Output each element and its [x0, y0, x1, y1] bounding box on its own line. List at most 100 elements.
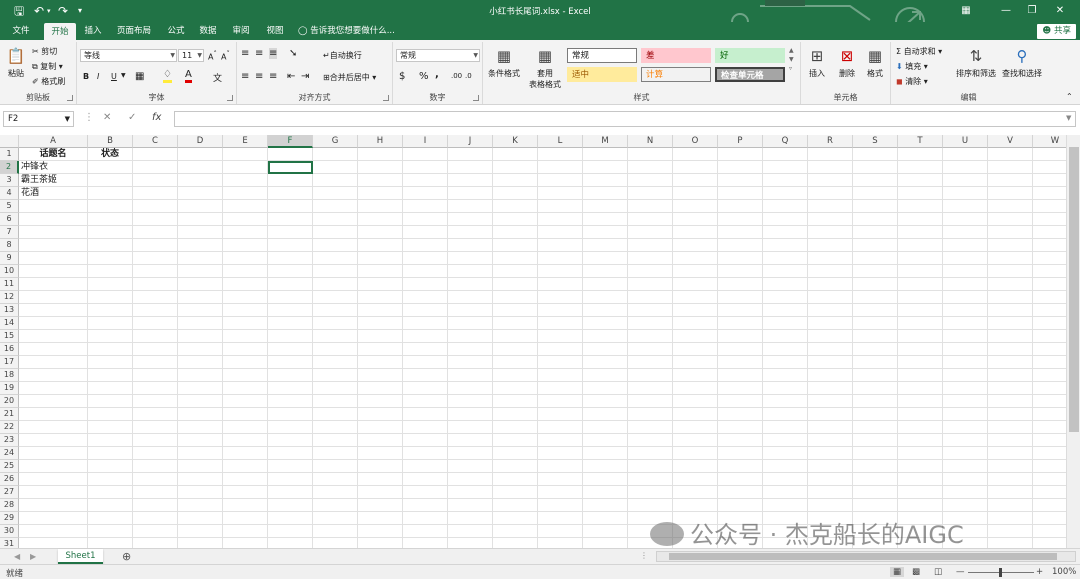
cell-f27[interactable]: [268, 486, 313, 499]
cell-t20[interactable]: [898, 395, 943, 408]
prev-sheet-icon[interactable]: ◀: [14, 552, 20, 561]
cell-g10[interactable]: [313, 265, 358, 278]
cell-k6[interactable]: [493, 213, 538, 226]
cell-l22[interactable]: [538, 421, 583, 434]
cell-a20[interactable]: [19, 395, 88, 408]
cell-o8[interactable]: [673, 239, 718, 252]
cell-l20[interactable]: [538, 395, 583, 408]
cell-a8[interactable]: [19, 239, 88, 252]
insert-cells-button[interactable]: ⊞ 插入: [803, 46, 831, 79]
cell-e15[interactable]: [223, 330, 268, 343]
increase-decimal-icon[interactable]: .00: [451, 72, 462, 80]
styles-scroll-icon[interactable]: ▲ ▼ ▿: [789, 46, 794, 73]
cell-u9[interactable]: [943, 252, 988, 265]
merge-center-button[interactable]: ⊞合并后居中 ▾: [323, 72, 376, 83]
vertical-scrollbar[interactable]: [1066, 135, 1080, 548]
cell-d21[interactable]: [178, 408, 223, 421]
cell-i7[interactable]: [403, 226, 448, 239]
cell-h12[interactable]: [358, 291, 403, 304]
cell-m20[interactable]: [583, 395, 628, 408]
row-header-16[interactable]: 16: [0, 343, 19, 356]
cell-w25[interactable]: [1033, 460, 1066, 473]
cell-t17[interactable]: [898, 356, 943, 369]
cell-n17[interactable]: [628, 356, 673, 369]
cell-h11[interactable]: [358, 278, 403, 291]
cell-c5[interactable]: [133, 200, 178, 213]
row-header-21[interactable]: 21: [0, 408, 19, 421]
cell-h26[interactable]: [358, 473, 403, 486]
cell-o28[interactable]: [673, 499, 718, 512]
cell-c4[interactable]: [133, 187, 178, 200]
column-header-j[interactable]: J: [448, 135, 493, 148]
sheet-tab[interactable]: Sheet1: [58, 549, 103, 564]
cell-i5[interactable]: [403, 200, 448, 213]
decrease-indent-icon[interactable]: ⇤: [287, 71, 295, 82]
cell-q2[interactable]: [763, 161, 808, 174]
cell-q22[interactable]: [763, 421, 808, 434]
formula-input[interactable]: [174, 111, 1076, 127]
cell-j31[interactable]: [448, 538, 493, 548]
cell-k29[interactable]: [493, 512, 538, 525]
cell-i25[interactable]: [403, 460, 448, 473]
cell-k7[interactable]: [493, 226, 538, 239]
cell-u27[interactable]: [943, 486, 988, 499]
underline-dropdown-icon[interactable]: ▼: [121, 72, 126, 79]
cell-h5[interactable]: [358, 200, 403, 213]
autosum-button[interactable]: Σ 自动求和 ▾: [896, 46, 942, 57]
cell-p20[interactable]: [718, 395, 763, 408]
cell-k30[interactable]: [493, 525, 538, 538]
cell-l1[interactable]: [538, 148, 583, 161]
cell-m7[interactable]: [583, 226, 628, 239]
cell-f17[interactable]: [268, 356, 313, 369]
cell-s19[interactable]: [853, 382, 898, 395]
cell-u20[interactable]: [943, 395, 988, 408]
cell-w26[interactable]: [1033, 473, 1066, 486]
cell-o1[interactable]: [673, 148, 718, 161]
cell-d20[interactable]: [178, 395, 223, 408]
cell-g15[interactable]: [313, 330, 358, 343]
cell-c22[interactable]: [133, 421, 178, 434]
cell-h9[interactable]: [358, 252, 403, 265]
cell-j1[interactable]: [448, 148, 493, 161]
column-header-r[interactable]: R: [808, 135, 853, 148]
row-header-22[interactable]: 22: [0, 421, 19, 434]
cell-h30[interactable]: [358, 525, 403, 538]
cell-c24[interactable]: [133, 447, 178, 460]
font-size-select[interactable]: 11 ▼: [178, 49, 204, 62]
cell-g7[interactable]: [313, 226, 358, 239]
cell-h13[interactable]: [358, 304, 403, 317]
close-button[interactable]: ✕: [1040, 2, 1080, 20]
cell-i4[interactable]: [403, 187, 448, 200]
cell-w24[interactable]: [1033, 447, 1066, 460]
cell-u15[interactable]: [943, 330, 988, 343]
cell-p11[interactable]: [718, 278, 763, 291]
cell-e14[interactable]: [223, 317, 268, 330]
cell-p19[interactable]: [718, 382, 763, 395]
cell-d25[interactable]: [178, 460, 223, 473]
cell-m1[interactable]: [583, 148, 628, 161]
expand-formula-icon[interactable]: ▼: [1066, 114, 1071, 122]
format-cells-button[interactable]: ▦ 格式: [861, 46, 889, 79]
cell-g17[interactable]: [313, 356, 358, 369]
cell-r2[interactable]: [808, 161, 853, 174]
cell-i29[interactable]: [403, 512, 448, 525]
cell-f11[interactable]: [268, 278, 313, 291]
cell-e6[interactable]: [223, 213, 268, 226]
currency-button[interactable]: $: [399, 71, 405, 82]
cell-w2[interactable]: [1033, 161, 1066, 174]
cell-b11[interactable]: [88, 278, 133, 291]
cell-v1[interactable]: [988, 148, 1033, 161]
column-header-w[interactable]: W: [1033, 135, 1066, 148]
cell-w20[interactable]: [1033, 395, 1066, 408]
cell-k20[interactable]: [493, 395, 538, 408]
cell-m6[interactable]: [583, 213, 628, 226]
cell-b25[interactable]: [88, 460, 133, 473]
cell-a21[interactable]: [19, 408, 88, 421]
cell-v26[interactable]: [988, 473, 1033, 486]
cell-b24[interactable]: [88, 447, 133, 460]
cell-m19[interactable]: [583, 382, 628, 395]
cell-u11[interactable]: [943, 278, 988, 291]
cell-j18[interactable]: [448, 369, 493, 382]
cell-q26[interactable]: [763, 473, 808, 486]
percent-button[interactable]: %: [419, 71, 429, 82]
